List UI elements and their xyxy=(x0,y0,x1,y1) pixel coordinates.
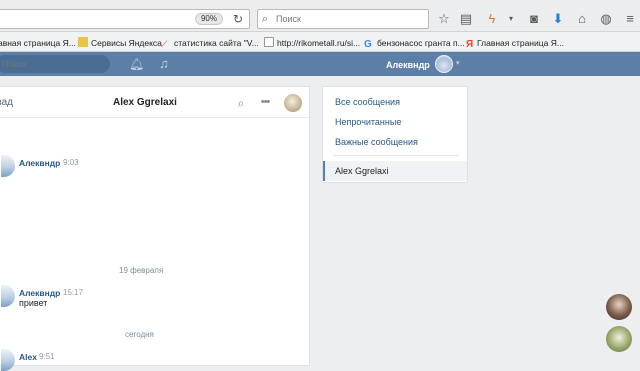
date-separator: сегодня xyxy=(125,330,154,339)
avatar[interactable] xyxy=(606,326,632,352)
bookmark-item[interactable]: авная страница Я... xyxy=(0,36,76,50)
avatar[interactable] xyxy=(606,294,632,320)
browser-search-bar[interactable]: ⌕ xyxy=(257,9,429,29)
search-icon: ⌕ xyxy=(262,13,269,25)
reload-icon[interactable]: ↻ xyxy=(231,11,245,27)
menu-divider xyxy=(333,155,459,156)
menu-item-unread[interactable]: Непрочитанные xyxy=(335,115,455,129)
site-search[interactable] xyxy=(0,55,110,73)
menu-item-active-chat[interactable]: Alex Ggrelaxi xyxy=(323,161,467,181)
avatar[interactable] xyxy=(1,155,15,177)
bell-icon[interactable]: 🔔︎ xyxy=(129,56,144,72)
bookmark-item[interactable]: Gбензонасос гранта п... xyxy=(364,36,465,50)
message-time: 9:51 xyxy=(39,352,55,361)
bookmarks-bar: авная страница Я... Сервисы Яндекса ⟋ ста… xyxy=(0,32,640,52)
messages-menu: Все сообщения Непрочитанные Важные сообщ… xyxy=(322,86,468,183)
user-name[interactable]: Алеквндр xyxy=(386,58,432,72)
music-icon[interactable]: ♫ xyxy=(157,56,171,72)
site-search-input[interactable] xyxy=(2,57,102,71)
chat-title[interactable]: Alex Ggrelaxi xyxy=(113,96,183,110)
message-time: 9:03 xyxy=(63,158,79,167)
site-header: 🔔︎ ♫ Алеквндр ▾ xyxy=(0,52,640,76)
message-text: привет xyxy=(19,298,48,308)
home-icon[interactable]: ⌂ xyxy=(574,11,590,27)
avatar[interactable] xyxy=(284,94,302,112)
reading-list-icon[interactable]: ▤ xyxy=(458,11,474,27)
browser-toolbar: 90% ↻ ⌕ ☆ ▤ ϟ ▾ ◙ ⬇ ⌂ ◍ ≡ xyxy=(0,0,640,32)
browser-search-input[interactable] xyxy=(276,12,424,26)
zoom-badge[interactable]: 90% xyxy=(195,13,223,25)
stats-icon: ⟋ xyxy=(161,39,168,49)
more-icon[interactable]: ••• xyxy=(258,95,272,111)
url-bar[interactable]: 90% ↻ xyxy=(0,9,250,29)
message-author[interactable]: Alex xyxy=(19,351,37,363)
menu-item-important[interactable]: Важные сообщения xyxy=(335,135,455,149)
chevron-down-icon[interactable]: ▾ xyxy=(503,11,519,27)
folder-icon xyxy=(78,37,88,47)
pocket-icon[interactable]: ◙ xyxy=(526,11,542,27)
avatar[interactable] xyxy=(435,55,453,73)
menu-item-all[interactable]: Все сообщения xyxy=(335,95,455,109)
bookmark-item[interactable]: Я Главная страница Я... xyxy=(466,36,564,50)
search-icon[interactable]: ⌕ xyxy=(234,95,248,111)
avatar[interactable] xyxy=(1,285,15,307)
menu-item-label: Alex Ggrelaxi xyxy=(335,166,389,176)
extension-icon[interactable]: ϟ xyxy=(484,11,500,27)
google-icon: G xyxy=(364,39,372,50)
menu-icon[interactable]: ≡ xyxy=(622,11,638,27)
chat-panel: зад Alex Ggrelaxi ⌕ ••• Алеквндр 9:03 19… xyxy=(0,86,311,371)
globe-icon xyxy=(264,37,274,47)
back-link[interactable]: зад xyxy=(0,96,17,110)
message-author[interactable]: Алеквндр xyxy=(19,157,60,169)
bookmark-item[interactable]: ⟋ статистика сайта "V... xyxy=(161,36,259,50)
download-icon[interactable]: ⬇ xyxy=(550,11,566,27)
sync-icon[interactable]: ◍ xyxy=(598,11,614,27)
bookmark-item[interactable]: Сервисы Яндекса xyxy=(78,36,162,50)
avatar[interactable] xyxy=(1,349,15,371)
chevron-down-icon[interactable]: ▾ xyxy=(456,58,464,70)
message-time: 15:17 xyxy=(63,288,84,297)
yandex-icon: Я xyxy=(466,39,474,50)
date-separator: 19 февраля xyxy=(119,266,164,275)
star-icon[interactable]: ☆ xyxy=(436,11,452,27)
chat-header: зад Alex Ggrelaxi ⌕ ••• xyxy=(0,87,311,118)
bookmark-item[interactable]: http://rikometall.ru/si... xyxy=(264,36,360,50)
